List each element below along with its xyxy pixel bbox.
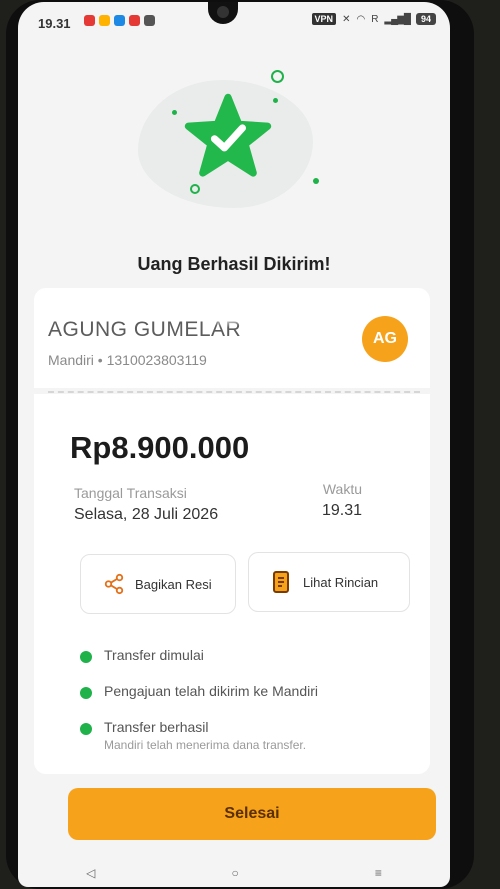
check-icon — [80, 651, 92, 663]
avatar: AG — [362, 316, 408, 362]
system-icons: VPN ✕ ◠ R ▂▄▆█ 94 — [311, 13, 436, 25]
share-receipt-button[interactable]: Bagikan Resi — [80, 554, 236, 614]
nav-back-icon[interactable]: ◁ — [86, 866, 95, 880]
notification-app-icon — [129, 15, 140, 26]
timeline-item: Pengajuan telah dikirim ke Mandiri — [80, 683, 410, 699]
status-time: 19.31 — [38, 16, 71, 31]
success-title: Uang Berhasil Dikirim! — [137, 254, 331, 274]
date-label: Tanggal Transaksi — [74, 485, 187, 501]
mute-icon: ✕ — [342, 13, 351, 25]
recipient-account: Mandiri • 1310023803119 — [48, 352, 207, 368]
notification-app-icon — [99, 15, 110, 26]
notification-app-icon — [84, 15, 95, 26]
transfer-amount: Rp8.900.000 — [70, 430, 250, 465]
notification-key-icon — [144, 15, 155, 26]
wifi-icon: ◠ — [356, 13, 366, 25]
time-value: 19.31 — [321, 502, 362, 519]
front-camera — [208, 2, 238, 24]
check-icon — [80, 687, 92, 699]
timeline-item: Transfer dimulai — [80, 647, 410, 663]
vpn-badge: VPN — [311, 13, 337, 25]
timeline-item: Transfer berhasil Mandiri telah menerima… — [80, 719, 410, 752]
phone-screen: 19.31 VPN ✕ ◠ R ▂▄▆█ 94 Uang Berhasil Di… — [18, 2, 450, 887]
decor-dot — [271, 70, 284, 83]
notification-icons — [84, 15, 155, 26]
receipt-icon — [273, 571, 289, 593]
system-nav-bar: ◁ ○ ≡ — [18, 859, 450, 887]
view-details-label: Lihat Rincian — [303, 574, 379, 590]
nav-recents-icon[interactable]: ≡ — [375, 866, 382, 880]
decor-dot — [273, 98, 278, 103]
share-receipt-label: Bagikan Resi — [135, 576, 212, 592]
success-star-check-icon — [184, 93, 272, 177]
decor-dot — [172, 110, 177, 115]
timeline-subtitle: Mandiri telah menerima dana transfer. — [104, 738, 307, 752]
decor-dot — [190, 184, 200, 194]
signal-icon: ▂▄▆█ — [384, 13, 411, 25]
timeline-title: Pengajuan telah dikirim ke Mandiri — [104, 683, 318, 699]
notification-app-icon — [114, 15, 125, 26]
done-button[interactable]: Selesai — [68, 788, 436, 840]
signal-label: R — [371, 13, 379, 25]
success-illustration — [138, 62, 323, 212]
time-label: Waktu — [322, 481, 362, 497]
decor-dot — [313, 178, 319, 184]
date-value: Selasa, 28 Juli 2026 — [74, 506, 219, 523]
share-icon — [104, 573, 124, 595]
battery-icon: 94 — [415, 13, 436, 25]
check-icon — [80, 723, 92, 735]
timeline-title: Transfer berhasil — [104, 719, 209, 735]
nav-home-icon[interactable]: ○ — [231, 866, 238, 880]
recipient-name: AGUNG GUMELAR — [48, 318, 242, 341]
card-divider — [48, 391, 420, 393]
timeline-title: Transfer dimulai — [104, 647, 204, 663]
view-details-button[interactable]: Lihat Rincian — [248, 552, 410, 612]
status-bar: 19.31 VPN ✕ ◠ R ▂▄▆█ 94 — [18, 2, 450, 44]
